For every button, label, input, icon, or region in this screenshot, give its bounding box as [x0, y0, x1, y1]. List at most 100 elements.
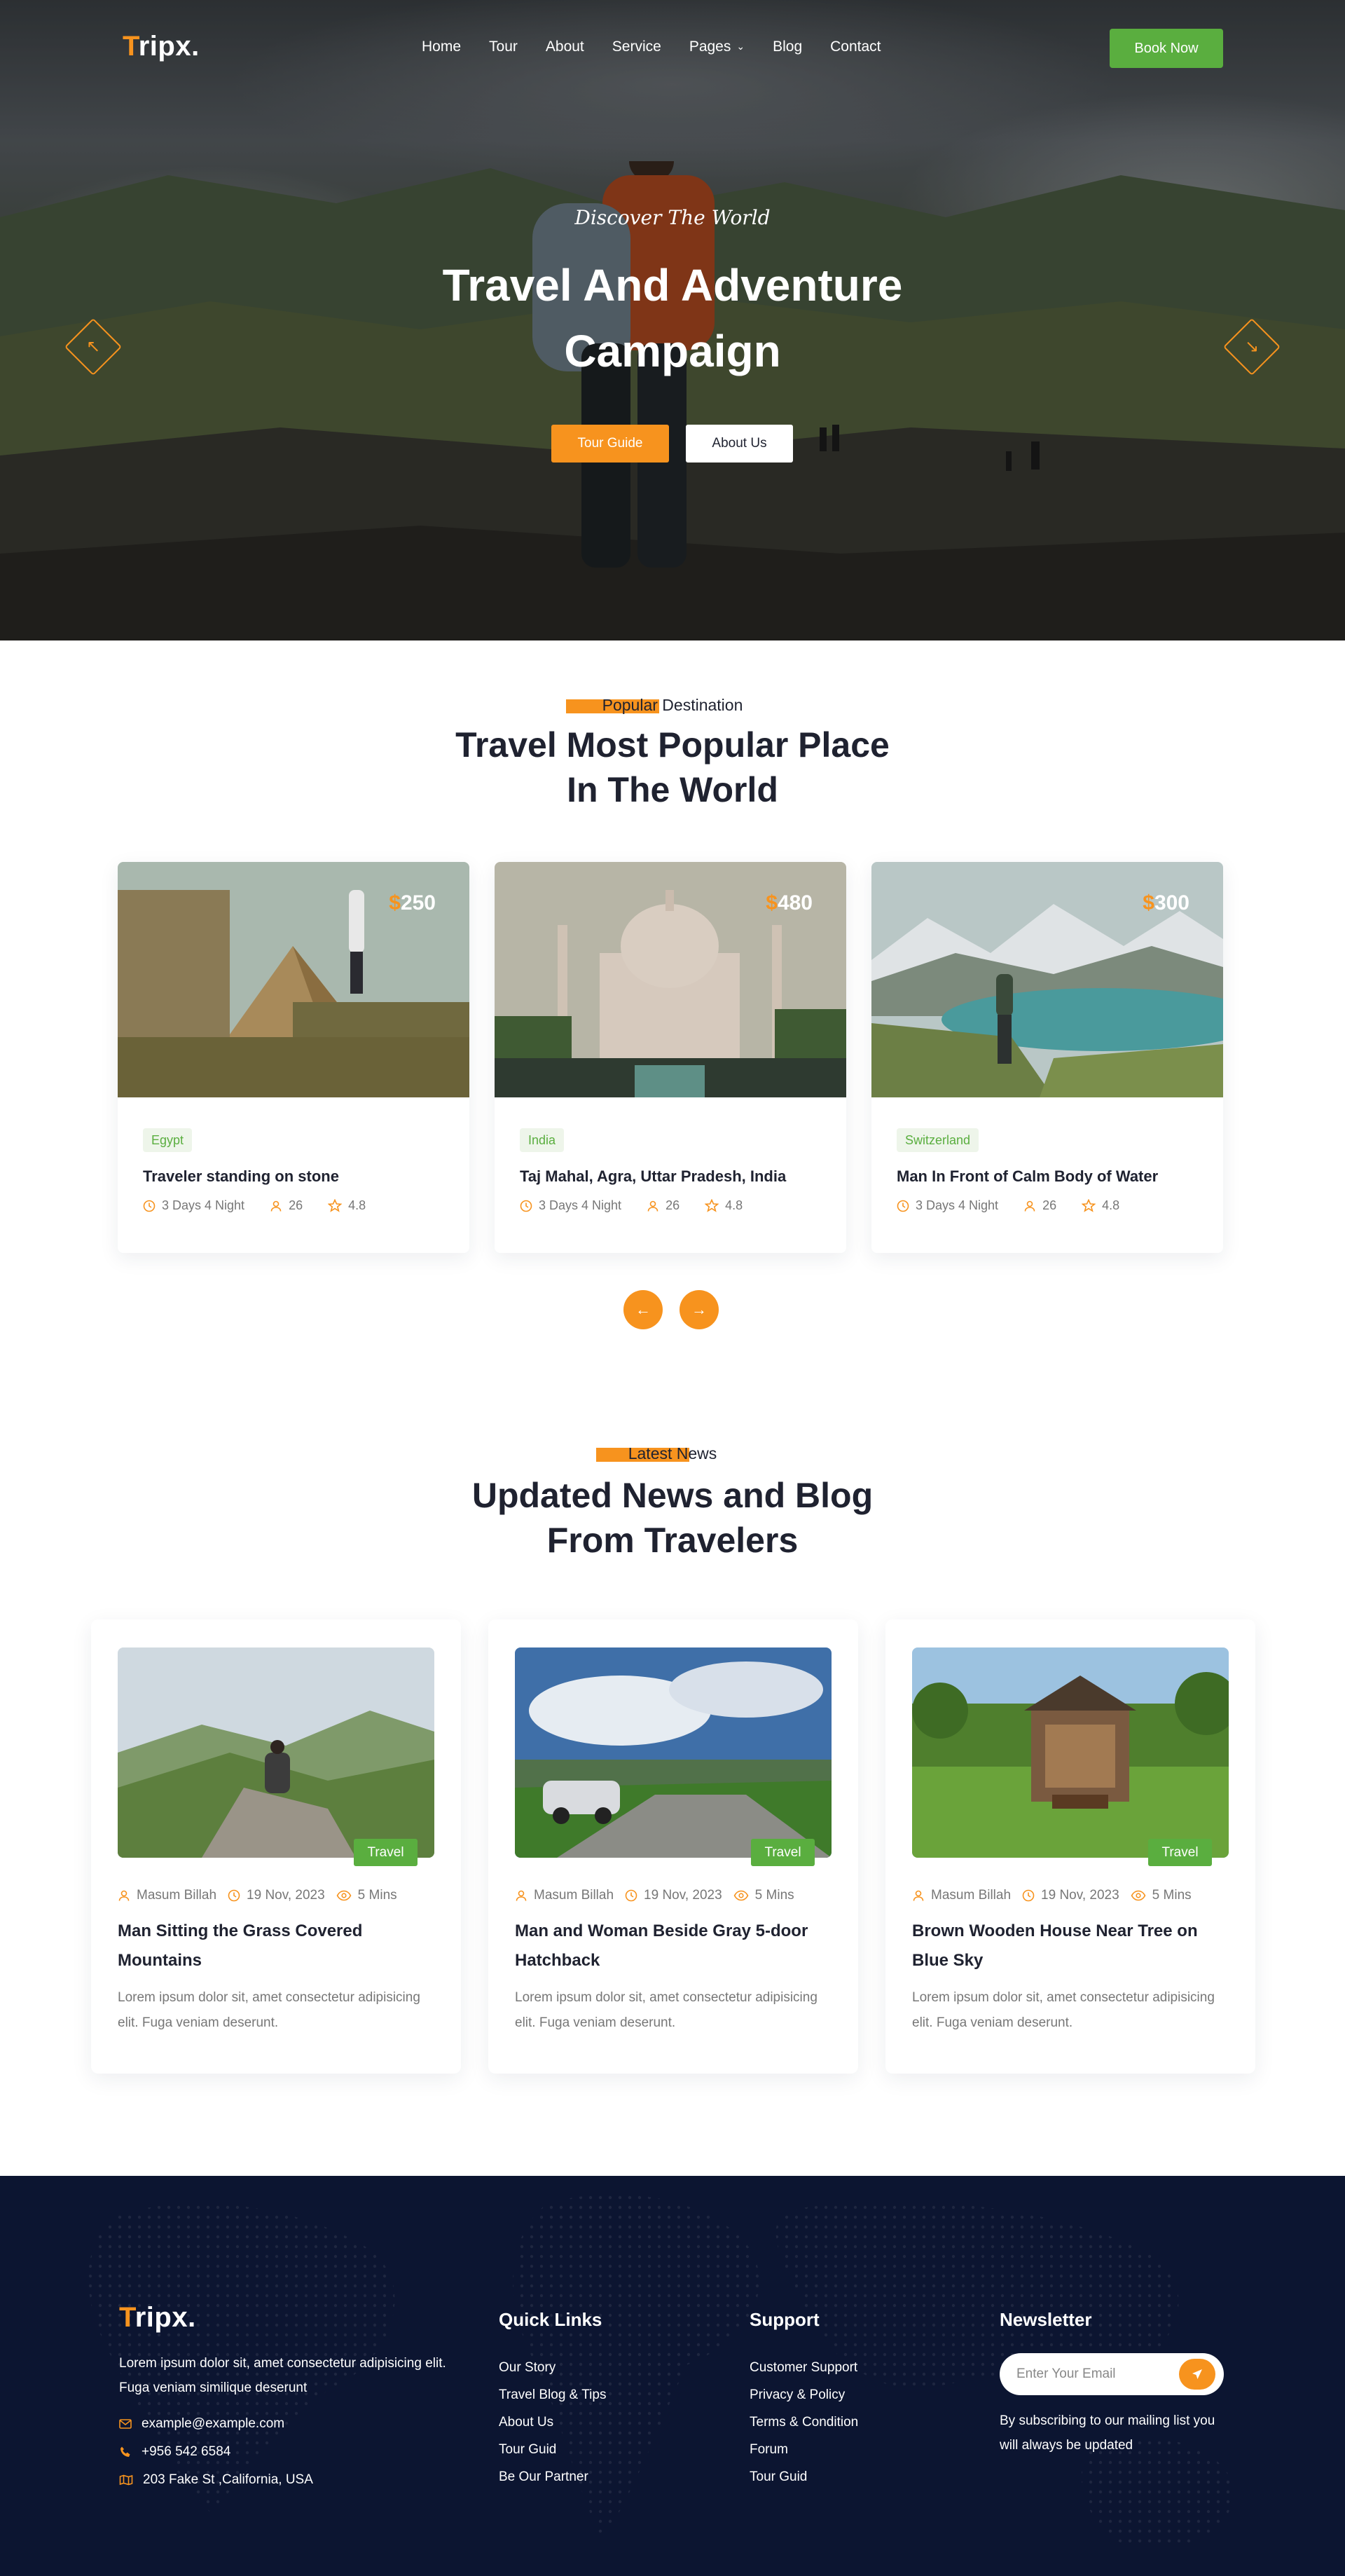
footer-link-tour-guid-support[interactable]: Tour Guid — [750, 2463, 858, 2491]
footer-link-be-our-partner[interactable]: Be Our Partner — [499, 2463, 606, 2491]
mail-icon — [119, 2419, 132, 2429]
arrow-left-icon: ← — [635, 1301, 651, 1318]
destination-card[interactable]: $480 India Taj Mahal, Agra, Uttar Prades… — [495, 862, 846, 1253]
star-icon — [705, 1199, 719, 1212]
people-count: 26 — [289, 1198, 303, 1212]
rating-value: 4.8 — [725, 1198, 743, 1212]
nav-menu: Home Tour About Service Pages ⌄ Blog Cont… — [422, 39, 909, 55]
user-icon — [1024, 1200, 1035, 1212]
category-tag[interactable]: Travel — [751, 1839, 815, 1866]
user-icon — [516, 1890, 527, 1901]
footer-logo[interactable]: Tripx. — [119, 2302, 196, 2334]
clock-icon — [625, 1889, 637, 1902]
slider-prev-button[interactable]: ← — [623, 1290, 663, 1329]
destination-title[interactable]: Taj Mahal, Agra, Uttar Pradesh, India — [520, 1167, 786, 1186]
author-name: Masum Billah — [931, 1888, 1012, 1903]
newsletter-form — [1000, 2353, 1224, 2395]
footer-link-privacy-policy[interactable]: Privacy & Policy — [750, 2381, 858, 2409]
blog-meta: Masum Billah 19 Nov, 2023 5 Mins — [912, 1888, 1203, 1903]
destination-meta: 3 Days 4 Night 26 4.8 — [897, 1198, 1145, 1213]
blog-excerpt: Lorem ipsum dolor sit, amet consectetur … — [118, 1990, 420, 2030]
slider-next-button[interactable]: → — [680, 1290, 719, 1329]
eye-icon — [336, 1890, 352, 1901]
nav-item-about[interactable]: About — [546, 39, 584, 55]
blog-kicker: Latest News — [596, 1444, 717, 1462]
user-icon — [270, 1200, 282, 1212]
newsletter-email-input[interactable] — [1016, 2353, 1178, 2395]
post-date: 19 Nov, 2023 — [1041, 1888, 1119, 1903]
map-icon — [119, 2474, 133, 2486]
duration-text: 3 Days 4 Night — [162, 1198, 245, 1212]
nav-item-home[interactable]: Home — [422, 39, 461, 55]
blog-image-mountains — [118, 1647, 434, 1858]
arrow-right-icon: → — [691, 1301, 707, 1318]
category-tag[interactable]: Travel — [1148, 1839, 1212, 1866]
footer-link-customer-support[interactable]: Customer Support — [750, 2354, 858, 2381]
footer-address: 203 Fake St ,California, USA — [119, 2472, 313, 2488]
blog-title[interactable]: Man and Woman Beside Gray 5-door Hatchba… — [515, 1917, 837, 1975]
hero-title: Travel And Adventure Campaign — [442, 260, 903, 376]
location-tag[interactable]: Egypt — [143, 1128, 193, 1152]
price-label: $300 — [1143, 891, 1189, 914]
blog-card[interactable]: Travel Masum Billah 19 Nov, 2023 5 Mins … — [488, 1619, 858, 2074]
user-icon — [647, 1200, 658, 1212]
phone-icon — [120, 2446, 130, 2457]
newsletter-submit-button[interactable] — [1179, 2359, 1215, 2390]
footer-link-our-story[interactable]: Our Story — [499, 2354, 606, 2381]
nav-item-blog[interactable]: Blog — [773, 39, 802, 55]
blog-meta: Masum Billah 19 Nov, 2023 5 Mins — [118, 1888, 408, 1903]
location-tag[interactable]: India — [520, 1128, 565, 1152]
site-logo[interactable]: Tripx. — [123, 31, 200, 62]
people-count: 26 — [1042, 1198, 1057, 1212]
category-tag[interactable]: Travel — [354, 1839, 418, 1866]
nav-item-contact[interactable]: Contact — [830, 39, 881, 55]
tour-guide-button[interactable]: Tour Guide — [551, 425, 669, 463]
destination-card[interactable]: $250 Egypt Traveler standing on stone 3 … — [118, 862, 469, 1253]
footer-link-about-us[interactable]: About Us — [499, 2409, 606, 2436]
blog-image-wooden-house — [912, 1647, 1229, 1858]
blog-section-title: Updated News and Blog From Travelers — [471, 1476, 874, 1560]
arrow-down-right-icon: ↘ — [1244, 336, 1260, 356]
footer-link-tour-guid[interactable]: Tour Guid — [499, 2436, 606, 2463]
clock-icon — [520, 1200, 532, 1212]
read-time: 5 Mins — [357, 1888, 397, 1903]
hero-section: Tripx. Home Tour About Service Pages ⌄ Bl… — [0, 0, 1345, 640]
destination-title[interactable]: Traveler standing on stone — [143, 1167, 339, 1186]
footer-phone[interactable]: +956 542 6584 — [119, 2444, 230, 2460]
send-icon — [1192, 2369, 1202, 2379]
about-us-button[interactable]: About Us — [686, 425, 793, 463]
arrow-up-left-icon: ↖ — [85, 336, 101, 356]
destination-title[interactable]: Man In Front of Calm Body of Water — [897, 1167, 1158, 1186]
footer-email[interactable]: example@example.com — [119, 2416, 284, 2432]
blog-card[interactable]: Travel Masum Billah 19 Nov, 2023 5 Mins … — [91, 1619, 461, 2074]
main-navbar: Tripx. Home Tour About Service Pages ⌄ Bl… — [0, 0, 1345, 95]
price-label: $480 — [766, 891, 813, 914]
read-time: 5 Mins — [754, 1888, 794, 1903]
destination-card[interactable]: $300 Switzerland Man In Front of Calm Bo… — [871, 862, 1223, 1253]
quick-links-title: Quick Links — [499, 2309, 602, 2330]
nav-item-service[interactable]: Service — [612, 39, 661, 55]
book-now-button[interactable]: Book Now — [1110, 29, 1223, 68]
footer-link-forum[interactable]: Forum — [750, 2436, 858, 2463]
chevron-down-icon: ⌄ — [736, 40, 745, 52]
star-icon — [328, 1199, 343, 1212]
location-tag[interactable]: Switzerland — [897, 1128, 979, 1152]
blog-title[interactable]: Man Sitting the Grass Covered Mountains — [118, 1917, 440, 1975]
read-time: 5 Mins — [1152, 1888, 1192, 1903]
footer-link-terms-condition[interactable]: Terms & Condition — [750, 2409, 858, 2436]
footer-link-travel-blog[interactable]: Travel Blog & Tips — [499, 2381, 606, 2409]
blog-excerpt: Lorem ipsum dolor sit, amet consectetur … — [515, 1990, 818, 2030]
author-name: Masum Billah — [534, 1888, 614, 1903]
clock-icon — [897, 1200, 909, 1212]
nav-item-pages[interactable]: Pages ⌄ — [689, 39, 745, 55]
site-footer: Tripx. Lorem ipsum dolor sit, amet conse… — [0, 2176, 1345, 2576]
nav-item-tour[interactable]: Tour — [489, 39, 518, 55]
clock-icon — [143, 1200, 156, 1212]
blog-card[interactable]: Travel Masum Billah 19 Nov, 2023 5 Mins … — [885, 1619, 1255, 2074]
newsletter-note: By subscribing to our mailing list you w… — [1000, 2413, 1215, 2453]
blog-excerpt: Lorem ipsum dolor sit, amet consectetur … — [912, 1990, 1215, 2030]
footer-description: Lorem ipsum dolor sit, amet consectetur … — [119, 2356, 446, 2395]
hero-kicker: Discover The World — [574, 206, 771, 229]
blog-title[interactable]: Brown Wooden House Near Tree on Blue Sky — [912, 1917, 1234, 1975]
newsletter-title: Newsletter — [1000, 2309, 1092, 2330]
